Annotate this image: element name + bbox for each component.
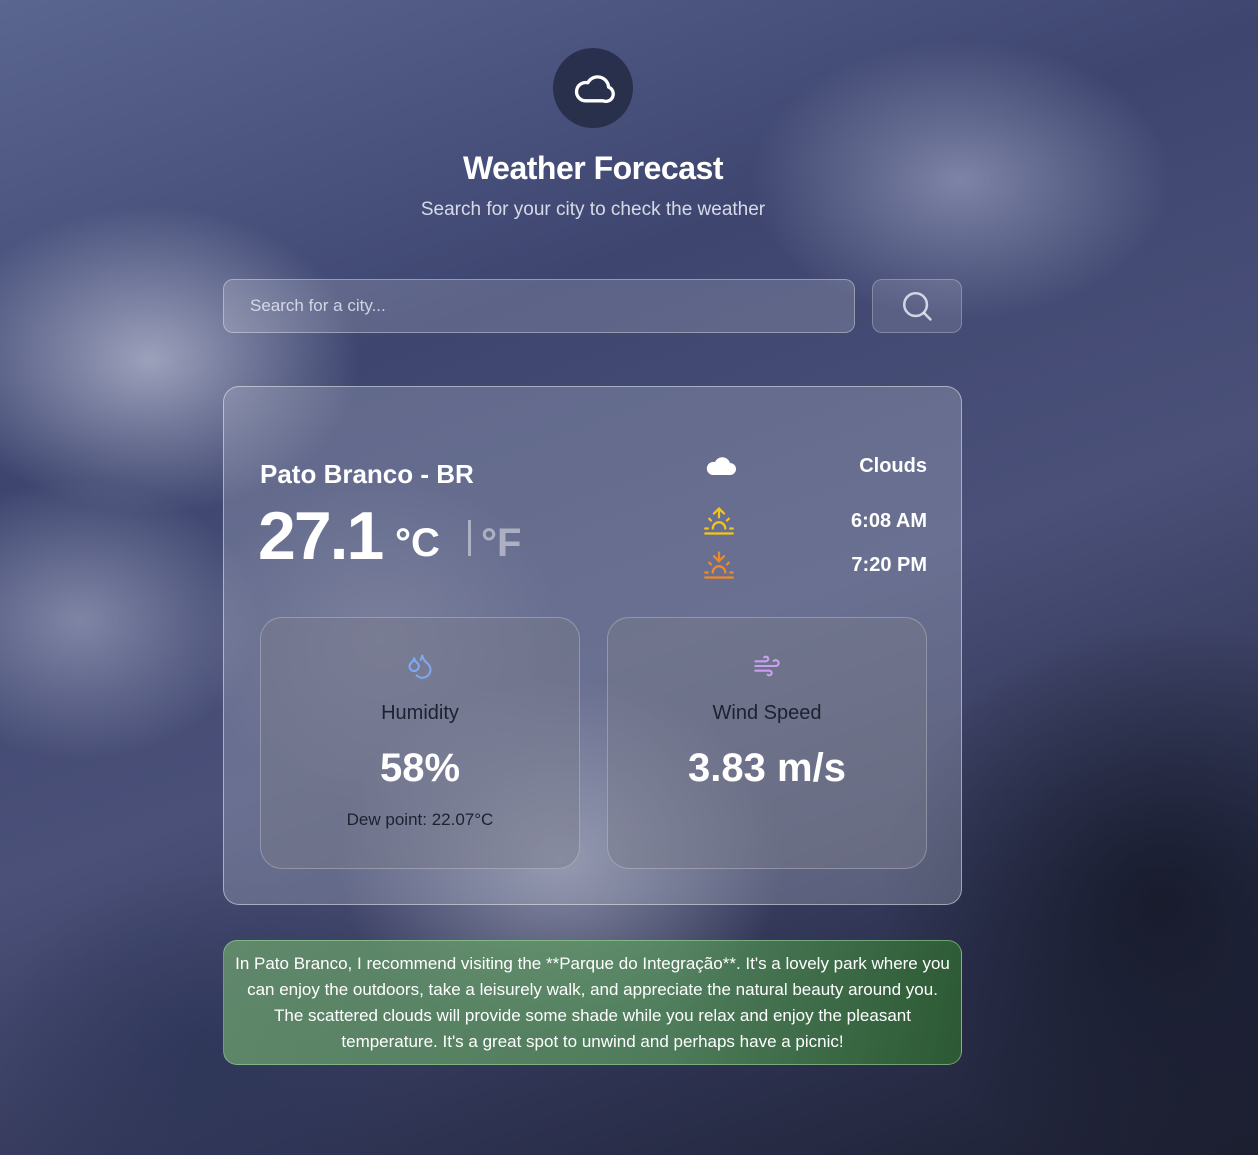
wind-card: Wind Speed 3.83 m/s <box>607 617 927 869</box>
droplets-icon <box>408 654 432 679</box>
recommendation-box: In Pato Branco, I recommend visiting the… <box>223 940 962 1065</box>
wind-icon <box>754 655 780 677</box>
page-subtitle: Search for your city to check the weathe… <box>420 199 766 220</box>
condition-text: Clouds <box>859 455 927 477</box>
search-button[interactable] <box>872 279 962 333</box>
unit-divider <box>468 520 471 556</box>
cloud-icon <box>574 75 615 103</box>
humidity-card: Humidity 58% Dew point: 22.07°C <box>260 617 580 869</box>
sunset-time: 7:20 PM <box>851 554 927 576</box>
humidity-value: 58% <box>379 746 461 790</box>
humidity-label: Humidity <box>381 702 459 724</box>
city-name: Pato Branco - BR <box>260 459 474 489</box>
sunset-row: 7:20 PM <box>704 550 927 582</box>
search-icon <box>902 291 932 321</box>
fahrenheit-toggle[interactable]: °F <box>481 521 521 566</box>
sunrise-icon <box>704 507 734 535</box>
page-title: Weather Forecast <box>463 150 723 186</box>
app-logo <box>553 48 633 128</box>
search-input[interactable] <box>223 279 855 333</box>
cloud-icon <box>706 457 736 475</box>
sunrise-time: 6:08 AM <box>851 510 927 532</box>
celsius-toggle[interactable]: °C <box>395 521 440 566</box>
temperature-value: 27.1 <box>258 498 384 574</box>
dew-point: Dew point: 22.07°C <box>346 810 494 829</box>
condition-row: Clouds <box>704 451 927 483</box>
wind-label: Wind Speed <box>712 702 822 724</box>
wind-value: 3.83 m/s <box>688 746 846 790</box>
weather-card: Pato Branco - BR 27.1 °C °F Clouds 6:08 … <box>223 386 962 905</box>
sunset-icon <box>704 551 734 579</box>
sunrise-row: 6:08 AM <box>704 506 927 538</box>
